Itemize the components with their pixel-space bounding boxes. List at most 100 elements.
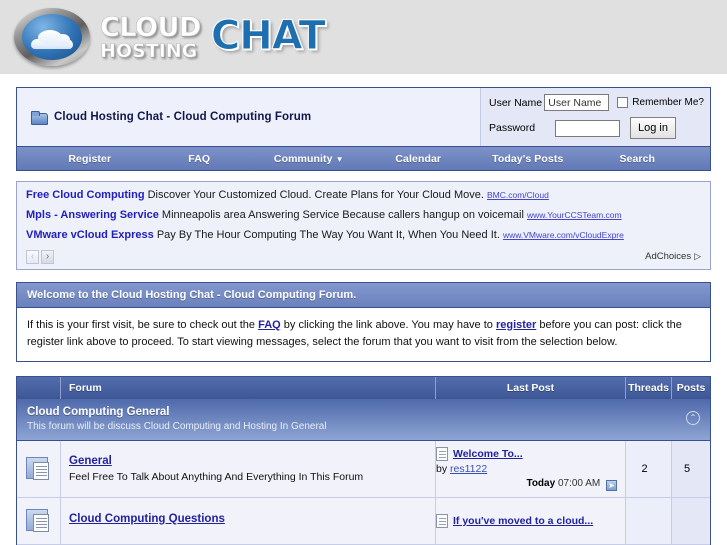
adchoices-label: AdChoices (645, 251, 692, 263)
ad-title[interactable]: VMware vCloud Express (26, 229, 154, 241)
forum-description: Feel Free To Talk About Anything And Eve… (69, 470, 364, 483)
column-header-last-post: Last Post (436, 376, 626, 399)
login-form: User Name Remember Me? Password Log in (480, 88, 710, 146)
password-row: Password Log in (489, 117, 704, 139)
forum-info-cell: General Feel Free To Talk About Anything… (61, 440, 436, 497)
username-label: User Name (489, 96, 543, 109)
ad-row[interactable]: Mpls - Answering Service Minneapolis are… (26, 209, 701, 222)
nav-item-register[interactable]: Register (35, 153, 145, 165)
last-post-title-row: Welcome To... (436, 446, 617, 461)
last-post-thread-link[interactable]: If you've moved to a cloud... (453, 515, 593, 527)
password-label: Password (489, 122, 536, 134)
adchoices-link[interactable]: AdChoices ▷ (645, 251, 701, 262)
last-post-author-row: by res1122 (436, 463, 617, 475)
site-wordmark: CLOUD HOSTING CHAT (100, 9, 327, 65)
forum-header-bar: Cloud Hosting Chat - Cloud Computing For… (16, 87, 711, 147)
posts-count-cell: 5 (672, 440, 710, 497)
ad-footer: ‹ › AdChoices ▷ (26, 249, 701, 266)
page-wrapper: Cloud Hosting Chat - Cloud Computing For… (0, 87, 727, 545)
ad-description: Minneapolis area Answering Service Becau… (161, 209, 524, 222)
forum-icon (25, 456, 52, 481)
adchoices-triangle-icon: ▷ (694, 251, 701, 262)
thread-page-icon (436, 513, 448, 528)
category-description: This forum will be discuss Cloud Computi… (27, 420, 327, 432)
last-post-title-row: If you've moved to a cloud... (436, 513, 617, 528)
ad-prev-arrow-icon[interactable]: ‹ (26, 249, 39, 264)
logo-cloud-text: CLOUD (100, 11, 202, 43)
threads-count-cell (626, 497, 672, 544)
forum-status-icon-cell (17, 440, 61, 497)
main-navigation: Register FAQ Community ▼ Calendar Today'… (16, 147, 711, 171)
nav-label: Community (273, 152, 333, 165)
register-link[interactable]: register (496, 319, 536, 331)
table-header-row: Forum Last Post Threads Posts (17, 376, 710, 399)
goto-last-post-icon[interactable]: ➤ (606, 479, 617, 491)
forum-info-cell: Cloud Computing Questions (61, 497, 436, 544)
ad-url[interactable]: www.VMware.com/vCloudExpre (503, 230, 624, 240)
welcome-panel: Welcome to the Cloud Hosting Chat - Clou… (16, 281, 711, 362)
advertisement-block: Free Cloud Computing Discover Your Custo… (16, 181, 711, 270)
remember-me-label: Remember Me? (632, 97, 704, 108)
ad-url[interactable]: www.YourCCSTeam.com (527, 210, 622, 220)
nav-label: Register (68, 152, 112, 165)
ad-description: Discover Your Customized Cloud. Create P… (147, 189, 484, 201)
welcome-text-part-1: If this is your first visit, be sure to … (27, 318, 259, 331)
column-header-icon (17, 376, 61, 399)
ad-title[interactable]: Free Cloud Computing (26, 189, 145, 201)
ad-title[interactable]: Mpls - Answering Service (26, 209, 159, 221)
forum-status-icon-cell (17, 497, 61, 544)
faq-link[interactable]: FAQ (258, 319, 281, 331)
table-row: General Feel Free To Talk About Anything… (17, 440, 710, 498)
column-header-posts: Posts (676, 381, 706, 394)
last-post-cell: Welcome To... by res1122 Today 07:00 AM … (436, 440, 626, 497)
posts-count-cell (672, 497, 710, 544)
nav-label: FAQ (188, 152, 211, 165)
cloud-logo-icon (14, 8, 96, 68)
nav-label: Search (619, 152, 656, 165)
last-post-day: Today (526, 477, 556, 489)
forum-title-block: Cloud Hosting Chat - Cloud Computing For… (17, 88, 480, 146)
welcome-text-part-2: by clicking the link above. You may have… (280, 318, 496, 331)
nav-label: Calendar (395, 152, 442, 165)
nav-item-todays-posts[interactable]: Today's Posts (473, 153, 583, 165)
category-title[interactable]: Cloud Computing General (27, 406, 700, 418)
column-header-forum: Forum (61, 376, 436, 399)
remember-me-checkbox[interactable] (617, 97, 629, 108)
ad-pagination: ‹ › (26, 249, 54, 264)
ad-next-arrow-icon[interactable]: › (41, 249, 54, 264)
category-header-row: Cloud Computing General This forum will … (17, 398, 710, 441)
forum-name-link[interactable]: General (69, 455, 427, 467)
nav-item-calendar[interactable]: Calendar (364, 153, 474, 165)
column-header-threads: Threads (626, 376, 672, 399)
table-row: Cloud Computing Questions If you've move… (17, 497, 710, 545)
welcome-heading: Welcome to the Cloud Hosting Chat - Clou… (17, 282, 710, 308)
nav-item-community[interactable]: Community ▼ (254, 153, 364, 165)
last-post-author-link[interactable]: res1122 (450, 463, 487, 475)
site-logo-banner: CLOUD HOSTING CHAT (0, 0, 727, 74)
threads-count-cell: 2 (626, 440, 672, 497)
username-row: User Name Remember Me? (489, 94, 704, 111)
last-post-time-row: Today 07:00 AM ➤ (436, 478, 617, 491)
welcome-body: If this is your first visit, be sure to … (17, 308, 710, 361)
ad-url[interactable]: BMC.com/Cloud (487, 190, 549, 200)
last-post-thread-link[interactable]: Welcome To... (453, 448, 523, 460)
password-input[interactable] (555, 119, 620, 137)
collapse-toggle-icon[interactable]: ⌃ (686, 410, 700, 425)
last-post-cell: If you've moved to a cloud... (436, 497, 626, 544)
remember-me-toggle[interactable]: Remember Me? (617, 97, 704, 108)
nav-item-faq[interactable]: FAQ (145, 153, 255, 165)
logo-chat-text: CHAT (210, 13, 326, 60)
by-label: by (436, 462, 448, 475)
ad-row[interactable]: Free Cloud Computing Discover Your Custo… (26, 189, 701, 202)
forum-name-link[interactable]: Cloud Computing Questions (69, 513, 427, 525)
thread-page-icon (436, 446, 448, 461)
nav-item-search[interactable]: Search (583, 153, 693, 165)
logo-hosting-text: HOSTING (100, 39, 198, 62)
chevron-down-icon: ▼ (335, 154, 344, 164)
log-in-button[interactable]: Log in (630, 117, 676, 139)
ad-description: Pay By The Hour Computing The Way You Wa… (156, 229, 500, 242)
username-input[interactable] (544, 94, 610, 111)
folder-icon (31, 110, 48, 125)
ad-row[interactable]: VMware vCloud Express Pay By The Hour Co… (26, 229, 701, 242)
last-post-time: 07:00 AM (557, 477, 601, 489)
